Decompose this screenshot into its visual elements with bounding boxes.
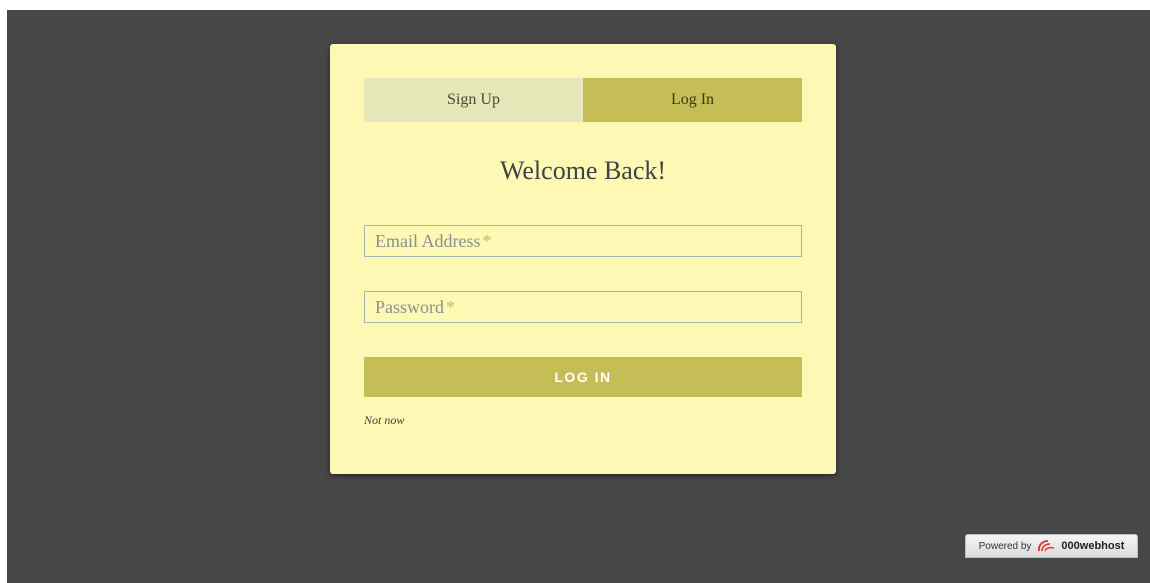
page-title: Welcome Back! [499, 156, 667, 185]
password-placeholder: Password * [375, 297, 456, 317]
powered-by-label: Powered by [978, 540, 1032, 552]
powered-by-badge[interactable]: Powered by 000webhost [965, 534, 1138, 558]
tab-sign-up-label: Sign Up [447, 91, 500, 108]
email-field[interactable]: Email Address * [364, 225, 802, 257]
tab-sign-up[interactable]: Sign Up [364, 78, 583, 122]
required-marker: * [482, 231, 492, 251]
email-placeholder: Email Address * [375, 231, 492, 251]
password-field[interactable]: Password * [364, 291, 802, 323]
tab-log-in[interactable]: Log In [583, 78, 802, 122]
log-in-button[interactable]: LOG IN [364, 357, 802, 397]
auth-tabs: Sign Up Log In [364, 78, 802, 122]
brand-name: 000webhost [1061, 540, 1125, 552]
000webhost-logo-icon [1036, 539, 1056, 553]
not-now-link[interactable]: Not now [364, 413, 404, 428]
required-marker: * [446, 297, 456, 317]
log-in-button-label: LOG IN [554, 369, 612, 385]
tab-log-in-label: Log In [670, 91, 715, 108]
page-background: Sign Up Log In Welcome Back! Email Addre… [7, 10, 1150, 583]
login-card: Sign Up Log In Welcome Back! Email Addre… [330, 44, 836, 474]
